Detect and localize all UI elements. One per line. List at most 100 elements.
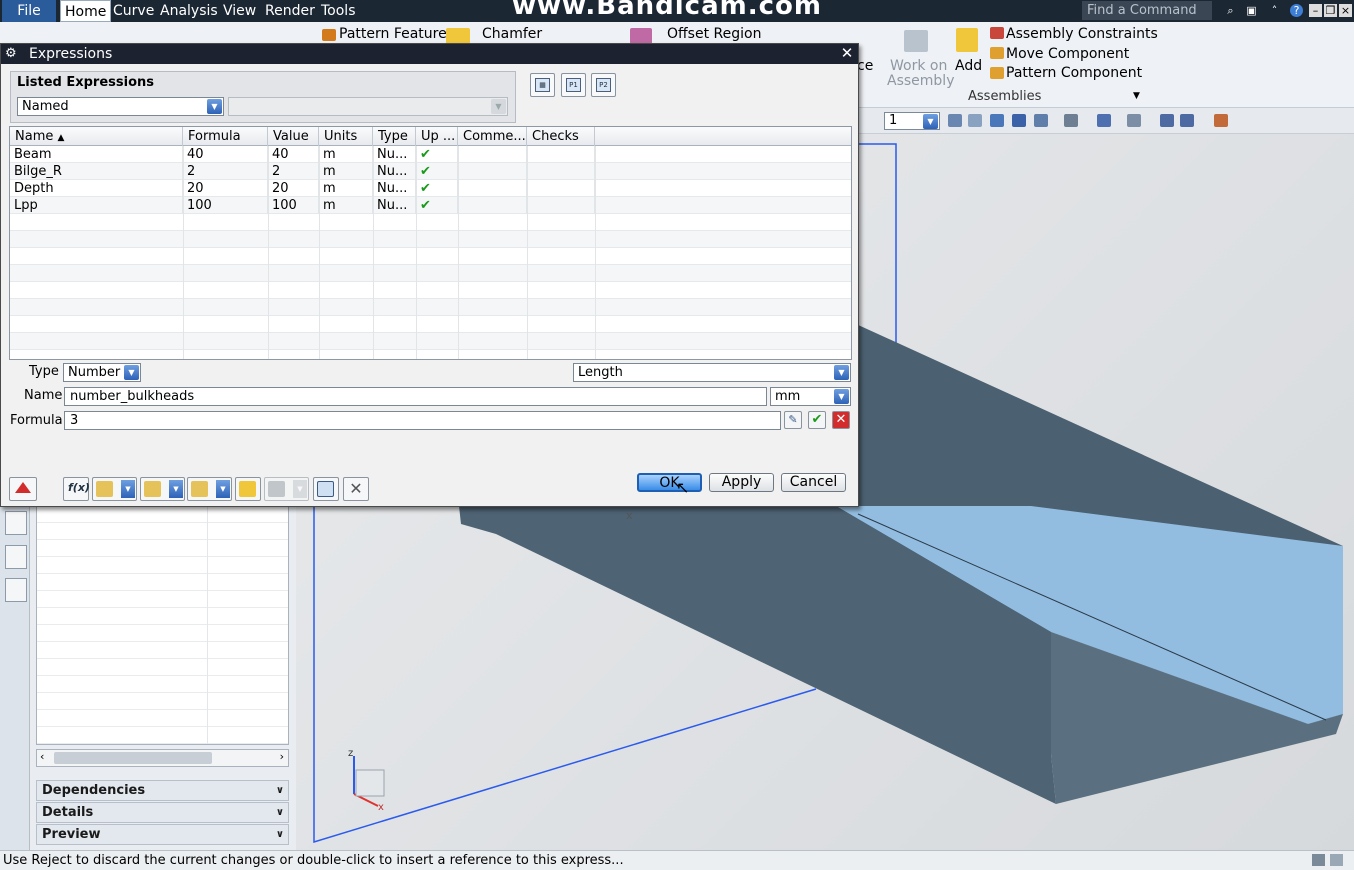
column-header-units[interactable]: Units — [319, 127, 373, 146]
offset-region-button[interactable]: Offset Region — [667, 26, 761, 42]
scroll-right-icon[interactable]: › — [280, 750, 284, 763]
table-row[interactable]: Beam 40 40 m Nu... ✔ — [10, 146, 851, 163]
find-command-input[interactable]: Find a Command — [1082, 1, 1212, 20]
dimensionality-dropdown[interactable]: Length ▼ — [573, 363, 851, 382]
listed-filter-dropdown[interactable]: Named ▼ — [17, 97, 224, 116]
render-style-icon[interactable] — [1064, 114, 1078, 127]
chevron-down-icon[interactable]: ▼ — [124, 365, 139, 380]
functions-button[interactable]: f(x) — [63, 477, 90, 501]
spreadsheet-edit-button[interactable]: ▦ — [530, 73, 555, 97]
open-file-button[interactable] — [235, 477, 261, 501]
table-row[interactable]: Bilge_R 2 2 m Nu... ✔ — [10, 163, 851, 180]
minimize-icon[interactable]: – — [1309, 4, 1322, 17]
scrollbar-thumb[interactable] — [54, 752, 212, 764]
fit-view-icon[interactable] — [948, 114, 962, 127]
group-dropdown-icon[interactable]: ▼ — [1133, 91, 1140, 101]
chevron-down-icon[interactable]: ▼ — [216, 480, 230, 498]
export-expressions-button[interactable]: P2 — [591, 73, 616, 97]
column-header-value[interactable]: Value — [268, 127, 319, 146]
dialog-title[interactable]: Expressions — [1, 44, 858, 64]
navigator-scrollbar[interactable]: ‹ › — [36, 749, 289, 767]
status-icon[interactable] — [1330, 854, 1343, 866]
snap-point-icon[interactable] — [1180, 114, 1194, 127]
table-row[interactable]: Lpp 100 100 m Nu... ✔ — [10, 197, 851, 214]
selection-filter-dropdown[interactable]: 1 ▼ — [884, 112, 940, 130]
formula-input[interactable]: 3 — [64, 411, 781, 430]
shaded-icon[interactable] — [1097, 114, 1111, 127]
tab-render[interactable]: Render — [265, 0, 315, 22]
pan-icon[interactable] — [1012, 114, 1026, 127]
visibility-icon[interactable] — [1127, 114, 1141, 127]
ok-button[interactable]: OK — [637, 473, 702, 492]
link-button[interactable]: ▼ — [187, 477, 232, 501]
reject-edit-button[interactable]: ✕ — [832, 411, 850, 429]
tab-home[interactable]: Home — [60, 0, 112, 22]
apply-button[interactable]: Apply — [709, 473, 774, 492]
tab-tools[interactable]: Tools — [321, 0, 356, 22]
work-on-assembly-line1[interactable]: Work on — [890, 58, 947, 74]
role-icon[interactable] — [5, 545, 27, 569]
column-header-checks[interactable]: Checks — [527, 127, 595, 146]
assembly-constraints-button[interactable]: Assembly Constraints — [1006, 26, 1158, 42]
file-menu[interactable]: File — [2, 0, 56, 22]
edit-formula-button[interactable]: ✎ — [784, 411, 802, 429]
tab-analysis[interactable]: Analysis — [160, 0, 218, 22]
measure-button[interactable]: ▼ — [92, 477, 137, 501]
chamfer-button[interactable]: Chamfer — [482, 26, 542, 42]
name-input[interactable]: number_bulkheads — [64, 387, 767, 406]
chevron-down-icon[interactable]: ▼ — [923, 114, 938, 129]
chevron-down-icon[interactable]: ▼ — [207, 99, 222, 114]
scroll-left-icon[interactable]: ‹ — [40, 750, 44, 763]
column-header-formula[interactable]: Formula — [183, 127, 268, 146]
zoom-icon[interactable] — [968, 114, 982, 127]
chevron-down-icon[interactable]: ∨ — [276, 781, 284, 800]
chevron-down-icon[interactable]: ▼ — [834, 365, 849, 380]
delete-button[interactable]: ✕ — [343, 477, 369, 501]
help-icon[interactable]: ? — [1290, 4, 1303, 17]
history-icon[interactable] — [5, 578, 27, 602]
pattern-component-button[interactable]: Pattern Component — [1006, 65, 1142, 81]
close-icon[interactable]: ✕ — [839, 45, 855, 62]
import-expressions-button[interactable]: P1 — [561, 73, 586, 97]
dependencies-panel[interactable]: Dependencies ∨ — [36, 780, 289, 801]
status-icon[interactable] — [1312, 854, 1325, 866]
chevron-down-icon[interactable]: ∨ — [276, 803, 284, 822]
chevron-down-icon[interactable]: ∨ — [276, 825, 284, 844]
collapse-button[interactable] — [9, 477, 37, 501]
accept-edit-button[interactable]: ✔ — [808, 411, 826, 429]
column-header-up-to-date[interactable]: Up ... — [416, 127, 458, 146]
move-component-button[interactable]: Move Component — [1006, 46, 1129, 62]
type-dropdown[interactable]: Number ▼ — [63, 363, 141, 382]
constraint-navigator-icon[interactable] — [5, 511, 27, 535]
chevron-down-icon[interactable]: ▼ — [121, 480, 135, 498]
units-dropdown[interactable]: mm ▼ — [770, 387, 851, 406]
preview-panel[interactable]: Preview ∨ — [36, 824, 289, 845]
chevron-down-icon[interactable]: ▼ — [834, 389, 849, 404]
chevron-down-icon[interactable]: ▼ — [169, 480, 183, 498]
menu-icon[interactable] — [1214, 114, 1228, 127]
restore-icon[interactable]: ❐ — [1324, 4, 1337, 17]
add-component-button[interactable]: Add — [955, 58, 982, 74]
collapse-ribbon-icon[interactable]: ˄ — [1268, 4, 1281, 17]
spreadsheet-button[interactable] — [313, 477, 339, 501]
cancel-button[interactable]: Cancel — [781, 473, 846, 492]
details-panel[interactable]: Details ∨ — [36, 802, 289, 823]
pattern-feature-button[interactable]: Pattern Feature — [339, 26, 447, 42]
column-header-comment[interactable]: Comme... — [458, 127, 527, 146]
snap-icon[interactable] — [1160, 114, 1174, 127]
search-icon[interactable]: ⌕ — [1224, 4, 1237, 17]
fullscreen-icon[interactable]: ▣ — [1245, 4, 1258, 17]
close-app-icon[interactable]: × — [1339, 4, 1352, 17]
tab-view[interactable]: View — [223, 0, 256, 22]
tab-curve[interactable]: Curve — [113, 0, 154, 22]
column-header-type[interactable]: Type — [373, 127, 416, 146]
work-on-assembly-line2[interactable]: Assembly — [887, 73, 954, 89]
navigator-list[interactable] — [36, 505, 289, 745]
rotate-icon[interactable] — [990, 114, 1004, 127]
gear-icon[interactable]: ⚙ — [5, 44, 21, 64]
reference-button[interactable]: ▼ — [140, 477, 185, 501]
column-header-name[interactable]: Name ▲ — [10, 127, 183, 146]
expressions-table[interactable]: Name ▲ Formula Value Units Type Up ... C… — [9, 126, 852, 360]
table-row[interactable]: Depth 20 20 m Nu... ✔ — [10, 180, 851, 197]
orient-view-icon[interactable] — [1034, 114, 1048, 127]
